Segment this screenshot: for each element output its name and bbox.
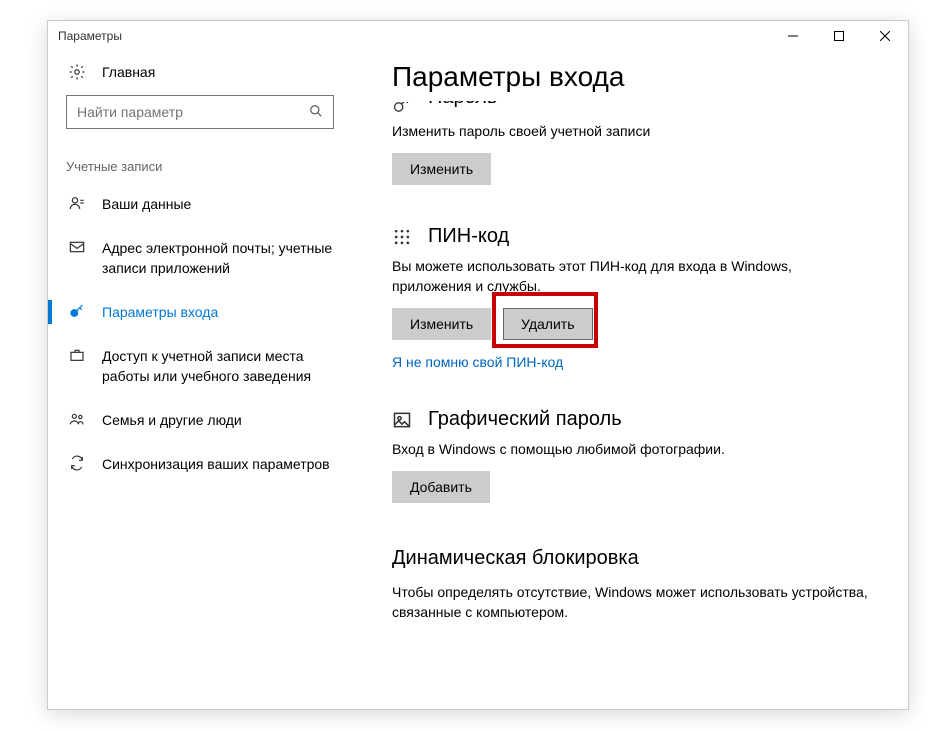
pin-desc: Вы можете использовать этот ПИН-код для … — [392, 256, 870, 296]
picture-add-button[interactable]: Добавить — [392, 471, 490, 503]
picture-password-section: Графический пароль Вход в Windows с помо… — [392, 408, 870, 503]
picture-icon — [392, 410, 418, 430]
picture-desc: Вход в Windows с помощью любимой фотогра… — [392, 439, 870, 459]
home-button[interactable]: Главная — [48, 51, 352, 95]
sidebar: Главная Учетные записи Ваши данные А — [48, 51, 362, 709]
pin-remove-button[interactable]: Удалить — [503, 308, 592, 340]
password-change-button[interactable]: Изменить — [392, 153, 491, 185]
sidebar-item-label: Семья и другие люди — [102, 410, 242, 430]
sync-icon — [66, 455, 88, 471]
dynamic-lock-header: Динамическая блокировка — [392, 547, 870, 570]
sidebar-item-sync[interactable]: Синхронизация ваших параметров — [48, 442, 352, 486]
sidebar-item-email[interactable]: Адрес электронной почты; учетные записи … — [48, 226, 352, 290]
close-button[interactable] — [862, 21, 908, 51]
window-title: Параметры — [58, 29, 122, 43]
picture-header: Графический пароль — [392, 408, 870, 431]
sidebar-item-label: Ваши данные — [102, 194, 191, 214]
dynamic-lock-desc: Чтобы определять отсутствие, Windows мож… — [392, 582, 870, 622]
sidebar-item-label: Параметры входа — [102, 302, 218, 322]
password-section: Пароль Изменить пароль своей учетной зап… — [392, 101, 870, 185]
pin-header: ПИН-код — [392, 225, 870, 248]
sidebar-item-label: Синхронизация ваших параметров — [102, 454, 330, 474]
mail-icon — [66, 239, 88, 255]
minimize-button[interactable] — [770, 21, 816, 51]
picture-header-text: Графический пароль — [428, 408, 622, 431]
gear-icon — [66, 63, 88, 81]
search-icon — [309, 104, 323, 121]
password-header: Пароль — [392, 101, 870, 113]
settings-window: Параметры Главная — [47, 20, 909, 710]
sidebar-group-header: Учетные записи — [48, 133, 352, 182]
sidebar-item-label: Адрес электронной почты; учетные записи … — [102, 238, 334, 278]
maximize-icon — [834, 31, 844, 41]
pin-forgot-link[interactable]: Я не помню свой ПИН-код — [392, 354, 563, 370]
sidebar-item-family[interactable]: Семья и другие люди — [48, 398, 352, 442]
briefcase-icon — [66, 347, 88, 363]
pin-section: ПИН-код Вы можете использовать этот ПИН-… — [392, 225, 870, 370]
pin-header-text: ПИН-код — [428, 225, 509, 248]
sidebar-item-signin-options[interactable]: Параметры входа — [48, 290, 352, 334]
search-input[interactable] — [77, 104, 309, 120]
password-desc: Изменить пароль своей учетной записи — [392, 121, 870, 141]
home-label: Главная — [102, 64, 155, 80]
search-box[interactable] — [66, 95, 334, 129]
pin-change-button[interactable]: Изменить — [392, 308, 491, 340]
sidebar-item-your-info[interactable]: Ваши данные — [48, 182, 352, 226]
dynamic-lock-section: Динамическая блокировка Чтобы определять… — [392, 547, 870, 622]
sidebar-item-work-access[interactable]: Доступ к учетной записи места работы или… — [48, 334, 352, 398]
titlebar: Параметры — [48, 21, 908, 51]
person-icon — [66, 195, 88, 211]
key-icon — [66, 303, 88, 319]
maximize-button[interactable] — [816, 21, 862, 51]
sidebar-item-label: Доступ к учетной записи места работы или… — [102, 346, 334, 386]
main-panel: Параметры входа Пароль Изменить пароль с… — [362, 51, 908, 709]
keypad-icon — [392, 227, 418, 247]
key-icon — [392, 102, 418, 112]
close-icon — [880, 31, 890, 41]
page-title: Параметры входа — [392, 51, 870, 101]
minimize-icon — [788, 31, 798, 41]
people-icon — [66, 411, 88, 427]
